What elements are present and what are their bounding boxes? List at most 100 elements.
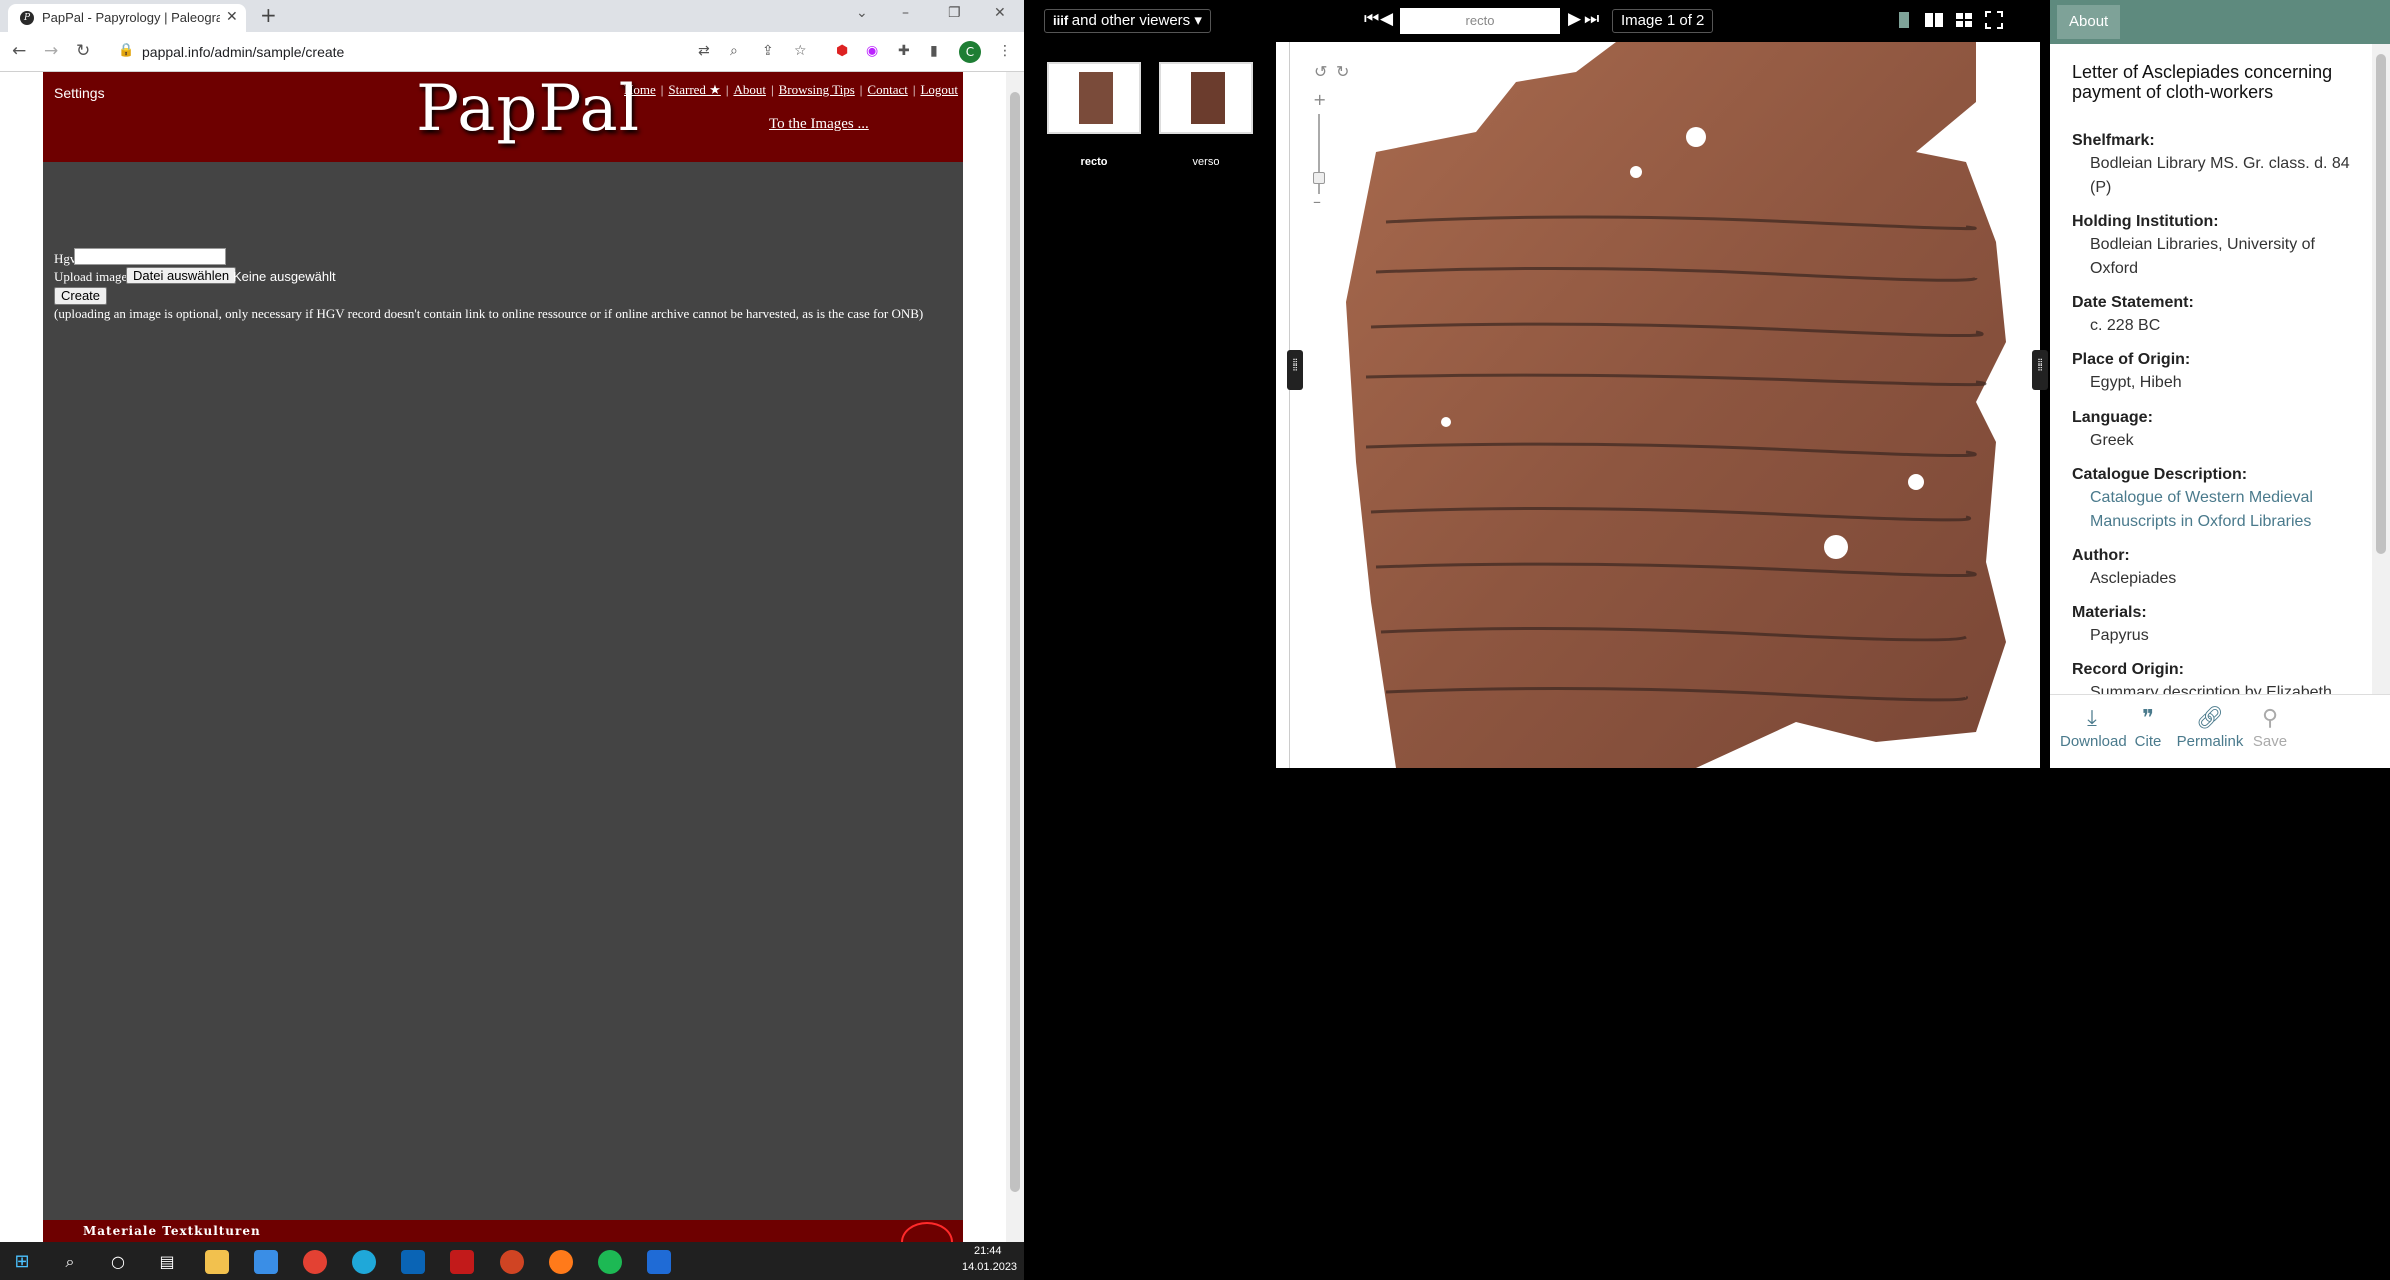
mail-icon[interactable] [401, 1250, 425, 1274]
thumbnail-strip: recto verso [1024, 42, 1278, 768]
file-explorer-icon[interactable] [205, 1250, 229, 1274]
task-view-icon[interactable]: ▤ [155, 1250, 179, 1274]
forward-icon[interactable]: → [44, 41, 58, 61]
clock-time[interactable]: 21:44 [974, 1245, 1002, 1257]
tab-about[interactable]: About [2057, 5, 2121, 39]
spotify-icon[interactable] [598, 1250, 622, 1274]
about-scroll-thumb[interactable] [2376, 54, 2386, 554]
powerpoint-icon[interactable] [500, 1250, 524, 1274]
address-bar[interactable]: 🔒 pappal.info/admin/sample/create [108, 38, 690, 66]
canvas-scrollbar[interactable] [1276, 42, 1290, 768]
nav-browsing-tips[interactable]: Browsing Tips [779, 82, 855, 97]
extensions-puzzle-icon[interactable]: ✚ [898, 43, 910, 59]
previous-page-icon[interactable]: ◀ [1380, 9, 1393, 29]
permalink-button[interactable]: 🔗︎ Permalink [2172, 705, 2248, 750]
pappal-page: Settings PapPal Home | Starred ★ | About | Bro… [43, 72, 963, 1242]
reload-icon[interactable]: ↻ [76, 41, 90, 61]
upload-label: Upload image [54, 269, 128, 284]
catalogue-link[interactable]: Catalogue of Western Medieval Manuscript… [2090, 486, 2360, 534]
menu-kebab-icon[interactable]: ⋮ [998, 43, 1012, 59]
gallery-layout-icon[interactable] [1954, 10, 1974, 30]
first-page-icon[interactable]: ⏮ [1364, 9, 1379, 29]
chrome-icon[interactable] [303, 1250, 327, 1274]
nav-home[interactable]: Home [624, 82, 656, 97]
hgv-input[interactable] [74, 248, 226, 265]
save-button[interactable]: ⚲ Save [2250, 705, 2290, 750]
close-window-icon[interactable]: ✕ [994, 5, 1006, 21]
minimize-icon[interactable]: – [902, 5, 909, 21]
lock-icon[interactable]: 🔒 [118, 43, 134, 58]
fullscreen-icon[interactable] [1984, 10, 2004, 30]
restore-icon[interactable]: ❐ [948, 5, 961, 21]
search-icon[interactable]: ⌕ [58, 1250, 82, 1274]
page-scroll-thumb[interactable] [1010, 92, 1020, 1192]
new-tab-icon[interactable]: + [260, 3, 277, 27]
viewer-toolbar: iiif and other viewers ▾ ⏮ ◀ ▶ ⏭ Image 1… [1024, 0, 2048, 42]
two-page-layout-icon[interactable] [1924, 10, 1944, 30]
clock-date[interactable]: 14.01.2023 [962, 1261, 1017, 1273]
store-icon[interactable] [254, 1250, 278, 1274]
nav-about[interactable]: About [733, 82, 766, 97]
cite-button[interactable]: ❞ Cite [2128, 705, 2168, 750]
browser-window: P PapPal - Papyrology | Paleography ✕ + … [0, 0, 1024, 1242]
bookmark-star-icon[interactable]: ☆ [794, 43, 807, 59]
pin-icon: ⚲ [2261, 705, 2279, 730]
settings-link[interactable]: Settings [54, 85, 105, 101]
page-input[interactable] [1400, 8, 1560, 34]
browser-tab[interactable]: P PapPal - Papyrology | Paleography ✕ [8, 4, 246, 32]
image-canvas[interactable]: ↺ ↻ + – › [1276, 42, 2040, 768]
cite-label: Cite [2134, 733, 2162, 750]
tab-search-icon[interactable]: ⌄ [856, 5, 868, 21]
metadata-label: Record Origin: [2072, 661, 2185, 678]
firefox-icon[interactable] [549, 1250, 573, 1274]
left-resize-handle[interactable]: ⠿ ⠿ [1287, 350, 1303, 390]
thumbnail-image [1079, 72, 1113, 124]
rotate-right-icon[interactable]: ↻ [1336, 62, 1349, 81]
site-logo[interactable]: PapPal [416, 72, 640, 146]
manuscript-title: Letter of Asclepiades concerning payment… [2072, 62, 2333, 102]
page-scrollbar[interactable] [1006, 72, 1024, 1242]
profile-avatar[interactable]: C [959, 41, 981, 63]
image-viewer-window: iiif and other viewers ▾ ⏮ ◀ ▶ ⏭ Image 1… [1024, 0, 2390, 1280]
single-page-layout-icon[interactable] [1894, 10, 1914, 30]
back-icon[interactable]: ← [12, 41, 26, 61]
tab-strip: P PapPal - Papyrology | Paleography ✕ + … [0, 0, 1024, 32]
zoom-out-icon[interactable]: – [1313, 192, 1321, 211]
extension-shield-icon[interactable]: ⬢ [836, 43, 848, 59]
to-images-link[interactable]: To the Images ... [769, 116, 869, 133]
thumbnail-verso[interactable]: verso [1159, 62, 1253, 168]
share-icon[interactable]: ⇪ [762, 43, 774, 59]
url-text[interactable]: pappal.info/admin/sample/create [142, 44, 344, 60]
photos-icon[interactable] [647, 1250, 671, 1274]
next-image-arrow-icon[interactable]: › [1991, 374, 2009, 425]
start-icon[interactable]: ⊞ [10, 1250, 34, 1274]
rotate-left-icon[interactable]: ↺ [1314, 62, 1327, 81]
acrobat-icon[interactable] [450, 1250, 474, 1274]
translate-icon[interactable]: ⇄ [698, 43, 710, 59]
nav-starred[interactable]: Starred ★ [668, 82, 720, 97]
top-navigation: Home | Starred ★ | About | Browsing Tips | Conta… [624, 82, 959, 97]
close-tab-icon[interactable]: ✕ [226, 9, 238, 25]
nav-logout[interactable]: Logout [920, 82, 958, 97]
hgv-row: Hgv [54, 248, 226, 267]
last-page-icon[interactable]: ⏭ [1584, 9, 1599, 29]
footer-text: Materiale Textkulturen [83, 1224, 261, 1238]
edge-icon[interactable] [352, 1250, 376, 1274]
nav-contact[interactable]: Contact [867, 82, 907, 97]
choose-file-button[interactable]: Datei auswählen [126, 267, 237, 284]
extension-lt-icon[interactable]: ◉ [866, 43, 878, 59]
cortana-icon[interactable]: ○ [106, 1250, 130, 1274]
next-page-icon[interactable]: ▶ [1568, 9, 1581, 29]
zoom-slider-handle[interactable] [1313, 172, 1325, 184]
zoom-in-icon[interactable]: + [1313, 90, 1326, 109]
about-scrollbar[interactable] [2372, 44, 2390, 694]
download-button[interactable]: ⤓ Download [2060, 705, 2127, 750]
create-button[interactable]: Create [54, 287, 108, 305]
right-resize-handle[interactable]: ⠿ ⠿ [2032, 350, 2048, 390]
other-viewers-label: and other viewers [1071, 12, 1191, 29]
side-panel-icon[interactable]: ▮ [930, 43, 938, 59]
zoom-icon[interactable]: ⌕ [730, 43, 738, 59]
other-viewers-dropdown[interactable]: iiif and other viewers ▾ [1044, 9, 1211, 33]
thumbnail-recto[interactable]: recto [1047, 62, 1141, 168]
metadata-value: Bodleian Library MS. Gr. class. d. 84 (P… [2090, 155, 2350, 196]
